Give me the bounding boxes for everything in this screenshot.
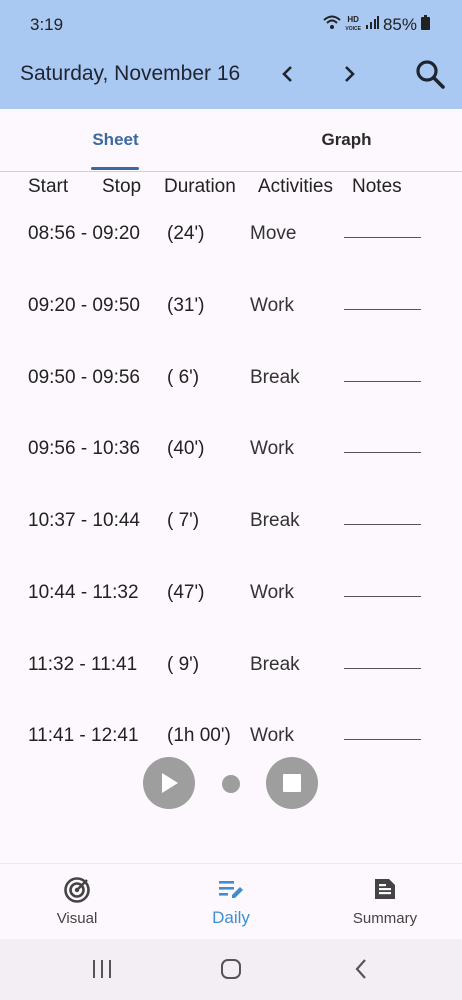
time-range: 10:44 - 11:32 (28, 582, 139, 603)
nav-visual-label: Visual (56, 910, 98, 927)
notes-field[interactable] (344, 739, 421, 740)
document-icon (375, 879, 395, 899)
signal-icon (365, 15, 379, 35)
notes-field[interactable] (344, 309, 421, 310)
table-row[interactable]: 09:56 - 10:36 (40') Work (0, 438, 462, 510)
time-range: 10:37 - 10:44 (28, 510, 140, 531)
home-icon (221, 959, 241, 979)
duration: ( 6') (167, 367, 200, 388)
search-button[interactable] (410, 54, 450, 94)
table-row[interactable]: 09:50 - 09:56 ( 6') Break (0, 367, 462, 439)
tab-indicator (91, 167, 139, 170)
activity[interactable]: Work (250, 438, 294, 460)
notes-field[interactable] (344, 381, 421, 382)
system-navigation-bar (0, 939, 462, 1000)
notes-field[interactable] (344, 524, 421, 525)
column-header-notes: Notes (352, 176, 402, 197)
recording-dot (222, 775, 240, 793)
duration: (47') (167, 582, 205, 603)
duration: (31') (167, 295, 205, 316)
back-button[interactable] (341, 955, 381, 983)
activity[interactable]: Work (250, 725, 294, 747)
column-header-stop: Stop (102, 176, 142, 197)
tab-graph[interactable]: Graph (231, 109, 462, 171)
play-button[interactable] (143, 757, 195, 809)
status-bar: 3:19 HD VOICE 85% (0, 0, 462, 48)
notes-field[interactable] (344, 668, 421, 669)
recent-apps-button[interactable] (82, 955, 122, 983)
activity[interactable]: Break (250, 654, 300, 676)
app-bar: Saturday, November 16 (0, 48, 462, 109)
tab-sheet[interactable]: Sheet (0, 109, 231, 171)
hd-voice-icon: HD VOICE (345, 15, 361, 33)
time-range: 09:20 - 09:50 (28, 295, 140, 316)
time-range: 09:50 - 09:56 (28, 367, 140, 388)
chevron-left-icon (282, 66, 292, 82)
status-time: 3:19 (30, 15, 64, 34)
tab-bar: Sheet Graph (0, 109, 462, 172)
nav-daily[interactable]: Daily (154, 864, 308, 940)
battery-icon (421, 14, 430, 35)
edit-list-icon (219, 881, 243, 898)
back-icon (355, 959, 366, 979)
duration: ( 9') (167, 654, 200, 675)
activity[interactable]: Break (250, 510, 300, 532)
target-icon (64, 877, 90, 903)
play-icon (162, 773, 178, 793)
table-row[interactable]: 10:37 - 10:44 ( 7') Break (0, 510, 462, 582)
time-range: 09:56 - 10:36 (28, 438, 140, 459)
column-header-activities: Activities (258, 176, 333, 197)
table-row[interactable]: 10:44 - 11:32 (47') Work (0, 582, 462, 654)
stop-icon (283, 774, 301, 792)
chevron-right-icon (345, 66, 355, 82)
recent-apps-icon (93, 960, 111, 978)
notes-field[interactable] (344, 596, 421, 597)
table-row[interactable]: 09:20 - 09:50 (31') Work (0, 295, 462, 367)
notes-field[interactable] (344, 452, 421, 453)
time-range: 11:41 - 12:41 (28, 725, 139, 746)
nav-summary[interactable]: Summary (308, 864, 462, 940)
table-row[interactable]: 08:56 - 09:20 (24') Move (0, 223, 462, 295)
activity[interactable]: Break (250, 367, 300, 389)
column-header-start: Start (28, 176, 69, 197)
duration: (24') (167, 223, 205, 244)
date-title: Saturday, November 16 (20, 62, 241, 85)
time-range: 08:56 - 09:20 (28, 223, 140, 244)
activity[interactable]: Work (250, 582, 294, 604)
status-icons: HD VOICE 85% (323, 14, 430, 35)
stop-button[interactable] (266, 757, 318, 809)
notes-field[interactable] (344, 237, 421, 238)
battery-percent: 85% (382, 14, 417, 34)
bottom-navigation: Visual Daily Summary (0, 863, 462, 940)
home-button[interactable] (211, 955, 251, 983)
nav-summary-label: Summary (352, 910, 418, 927)
next-day-button[interactable] (333, 56, 365, 92)
table-row[interactable]: 11:32 - 11:41 ( 9') Break (0, 654, 462, 726)
activity[interactable]: Move (250, 223, 296, 245)
duration: ( 7') (167, 510, 200, 531)
search-icon (416, 60, 445, 89)
duration: (1h 00') (167, 725, 231, 746)
duration: (40') (167, 438, 205, 459)
time-range: 11:32 - 11:41 (28, 654, 138, 675)
nav-visual[interactable]: Visual (0, 864, 154, 940)
activity[interactable]: Work (250, 295, 294, 317)
previous-day-button[interactable] (272, 56, 304, 92)
column-header-duration: Duration (164, 176, 236, 197)
nav-daily-label: Daily (212, 908, 250, 927)
wifi-icon (323, 14, 342, 35)
